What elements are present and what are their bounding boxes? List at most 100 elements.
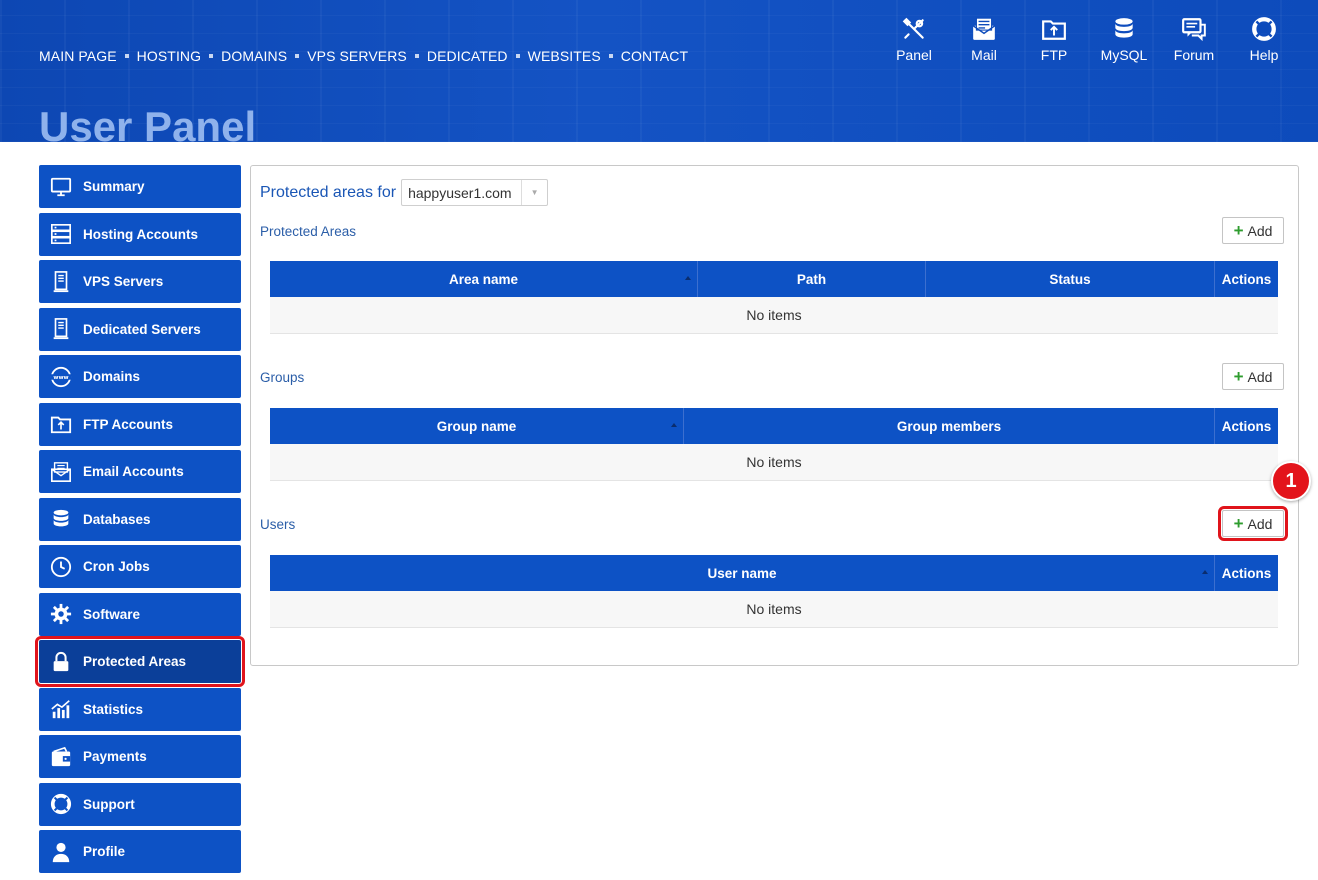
wallet-icon (39, 746, 83, 768)
plus-icon: + (1233, 366, 1244, 386)
sidebar-item-label: Software (83, 606, 141, 622)
quick-link-label: Panel (896, 47, 932, 63)
nav-separator (209, 54, 214, 58)
database-icon (1115, 18, 1133, 38)
lifebuoy-icon (39, 793, 83, 815)
table-header: Area name Path Status Actions (270, 261, 1278, 297)
add-protected-area-button[interactable]: + Add (1222, 217, 1284, 244)
ftp-folder-icon (1042, 20, 1066, 40)
quick-link-label: Forum (1173, 47, 1215, 63)
quick-link-ftp[interactable]: FTP (1019, 16, 1089, 63)
column-label: Actions (1221, 271, 1272, 287)
nav-domains[interactable]: DOMAINS (221, 48, 287, 64)
sidebar-item-payments[interactable]: Payments (39, 735, 241, 778)
user-icon (39, 841, 83, 863)
quick-link-label: FTP (1040, 47, 1068, 63)
add-group-button[interactable]: + Add (1222, 363, 1284, 390)
lock-icon (39, 651, 83, 673)
quick-link-mail[interactable]: Mail (949, 16, 1019, 63)
nav-separator (124, 54, 129, 58)
header: MAIN PAGE HOSTING DOMAINS VPS SERVERS DE… (0, 0, 1318, 142)
empty-row: No items (270, 444, 1278, 481)
sidebar-item-label: Profile (83, 844, 126, 859)
tools-icon (902, 17, 924, 39)
forum-icon (1182, 18, 1206, 42)
column-label: Group name (436, 418, 517, 434)
add-button-label: Add (1247, 515, 1273, 532)
mail-icon (39, 461, 83, 483)
quick-link-help[interactable]: Help (1229, 16, 1299, 63)
quick-link-mysql[interactable]: MySQL (1089, 16, 1159, 63)
nav-separator (295, 54, 300, 58)
sidebar-item-support[interactable]: Support (39, 782, 241, 826)
section-title-users: Users (260, 517, 296, 532)
protected-areas-panel: Protected areas for happyuser1.com ▼ Pro… (250, 165, 1299, 666)
domain-selector-label: Protected areas for (260, 183, 397, 201)
domain-selector-row: Protected areas for happyuser1.com ▼ (260, 179, 549, 206)
page-title: User Panel (39, 103, 257, 143)
sidebar-item-databases[interactable]: Databases (39, 497, 241, 541)
sidebar-item-label: FTP Accounts (83, 416, 174, 432)
column-group-name[interactable]: Group name (270, 408, 684, 444)
column-actions: Actions (1215, 261, 1278, 297)
server-rack-icon (39, 223, 83, 245)
quick-link-label: MySQL (1100, 47, 1148, 63)
monitor-icon (39, 176, 83, 198)
server-tower-icon (39, 318, 83, 340)
sidebar-item-vps-servers[interactable]: VPS Servers (39, 260, 241, 303)
column-label: Actions (1221, 565, 1272, 581)
quick-links: Panel Mail FTP MySQL Forum Help (879, 16, 1299, 63)
domain-select[interactable]: happyuser1.com ▼ (401, 179, 549, 206)
plus-icon: + (1233, 220, 1244, 240)
sidebar-item-email-accounts[interactable]: Email Accounts (39, 450, 241, 493)
gear-icon (39, 603, 83, 625)
sidebar-item-label: Hosting Accounts (83, 226, 199, 242)
sidebar-item-summary[interactable]: Summary (39, 165, 241, 208)
sidebar-item-ftp-accounts[interactable]: FTP Accounts (39, 402, 241, 446)
sidebar: Summary Hosting Accounts VPS Servers Ded… (35, 165, 245, 878)
quick-link-label: Help (1249, 47, 1279, 63)
section-title-protected-areas: Protected Areas (260, 224, 357, 239)
sidebar-item-protected-areas[interactable]: Protected Areas (35, 636, 245, 687)
lifebuoy-icon (1252, 17, 1276, 41)
quick-link-forum[interactable]: Forum (1159, 16, 1229, 63)
sidebar-item-profile[interactable]: Profile (39, 830, 241, 873)
column-label: Group members (896, 418, 1002, 434)
column-label: Status (1049, 271, 1091, 287)
nav-vps-servers[interactable]: VPS SERVERS (307, 48, 407, 64)
empty-row: No items (270, 297, 1278, 334)
nav-dedicated[interactable]: DEDICATED (427, 48, 508, 64)
sidebar-item-software[interactable]: Software (39, 592, 241, 636)
sidebar-item-label: Databases (83, 511, 151, 527)
server-tower-icon (39, 270, 83, 293)
sidebar-item-label: Cron Jobs (83, 559, 150, 574)
www-globe-icon: www (39, 366, 83, 388)
chart-icon (39, 698, 83, 720)
add-button-label: Add (1247, 368, 1273, 385)
sidebar-item-domains[interactable]: www Domains (39, 355, 241, 398)
column-path: Path (698, 261, 926, 297)
nav-main-page[interactable]: MAIN PAGE (39, 48, 117, 64)
add-user-button[interactable]: + Add (1218, 506, 1288, 541)
sidebar-item-hosting-accounts[interactable]: Hosting Accounts (39, 212, 241, 256)
database-icon (39, 508, 83, 530)
nav-hosting[interactable]: HOSTING (137, 48, 201, 64)
ftp-folder-icon (39, 413, 83, 435)
column-label: User name (707, 565, 777, 581)
nav-contact[interactable]: CONTACT (621, 48, 688, 64)
domain-select-value: happyuser1.com (408, 184, 512, 201)
sidebar-item-label: Email Accounts (83, 464, 184, 479)
nav-websites[interactable]: WEBSITES (528, 48, 601, 64)
sort-asc-icon (671, 423, 677, 427)
column-area-name[interactable]: Area name (270, 261, 698, 297)
sidebar-item-statistics[interactable]: Statistics (39, 687, 241, 731)
table-header: User name Actions (270, 555, 1278, 591)
sidebar-item-dedicated-servers[interactable]: Dedicated Servers (39, 307, 241, 351)
sidebar-item-label: Protected Areas (83, 654, 187, 669)
sidebar-item-cron-jobs[interactable]: Cron Jobs (39, 545, 241, 588)
column-user-name[interactable]: User name (270, 555, 1215, 591)
quick-link-panel[interactable]: Panel (879, 16, 949, 63)
column-group-members: Group members (684, 408, 1215, 444)
nav-separator (414, 54, 419, 58)
column-label: Actions (1221, 418, 1272, 434)
